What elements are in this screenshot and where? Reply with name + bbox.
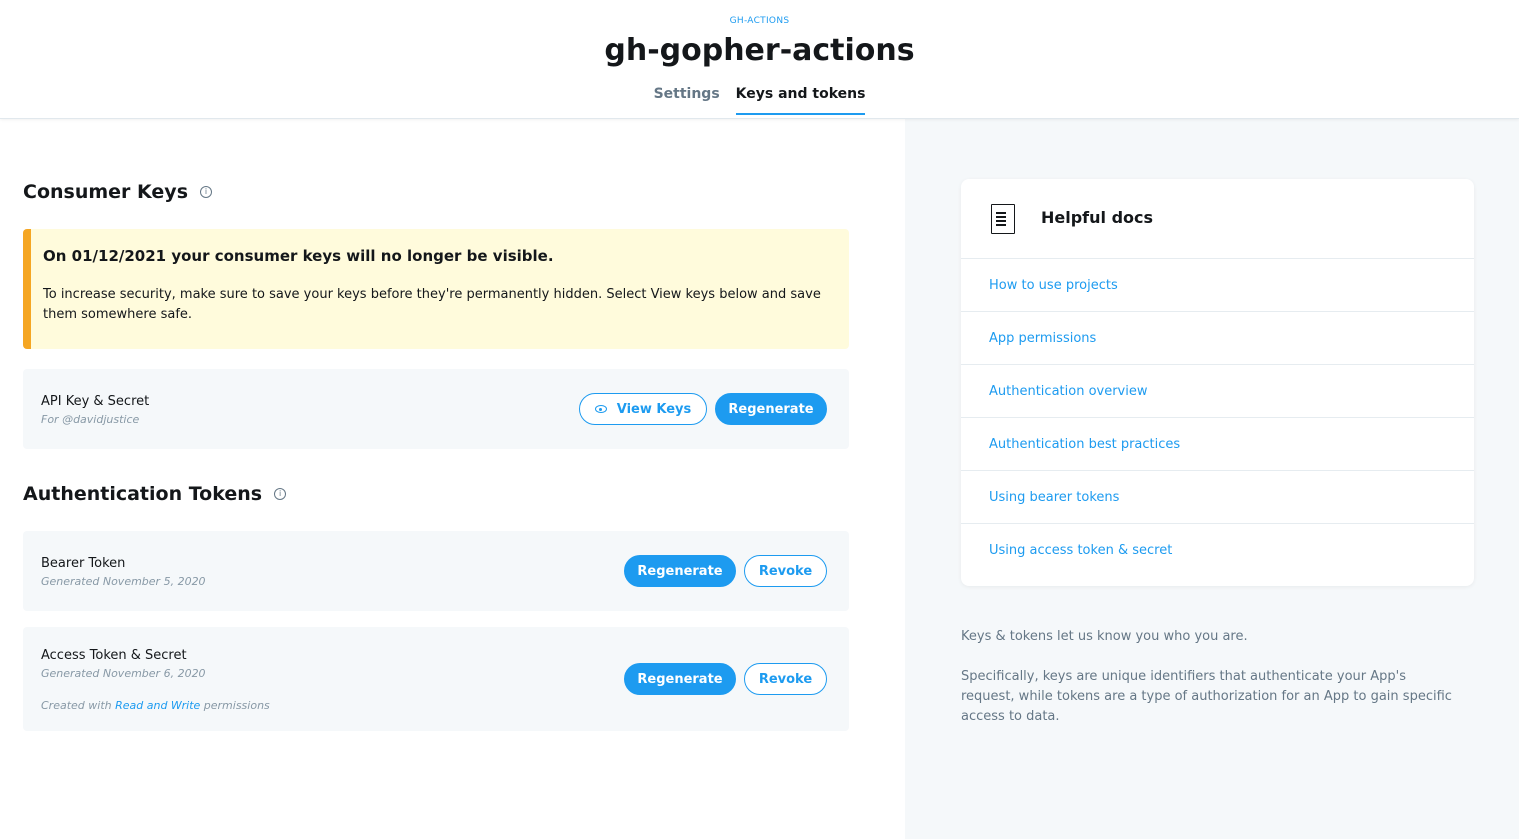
revoke-access-button[interactable]: Revoke: [744, 663, 827, 695]
auth-tokens-title: Authentication Tokens: [23, 483, 263, 505]
warning-body: To increase security, make sure to save …: [43, 287, 821, 322]
bearer-token-card: Bearer Token Generated November 5, 2020 …: [23, 531, 849, 611]
project-label[interactable]: GH-ACTIONS: [0, 16, 1519, 26]
doc-link[interactable]: Authentication best practices: [961, 418, 1474, 471]
view-keys-button[interactable]: View Keys: [579, 393, 707, 425]
revoke-bearer-button[interactable]: Revoke: [744, 555, 827, 587]
regenerate-api-key-button[interactable]: Regenerate: [715, 393, 827, 425]
doc-link[interactable]: How to use projects: [961, 259, 1474, 312]
side-panel: Helpful docs How to use projects App per…: [905, 119, 1519, 839]
api-key-title: API Key & Secret: [41, 394, 150, 409]
page-header: GH-ACTIONS gh-gopher-actions Settings Ke…: [0, 0, 1519, 119]
keys-tokens-intro: Keys & tokens let us know you who you ar…: [961, 629, 1248, 644]
access-token-card: Access Token & Secret Generated November…: [23, 627, 849, 731]
bearer-token-date: Generated November 5, 2020: [41, 575, 206, 588]
access-token-permissions: Created with Read and Write permissions: [41, 699, 270, 712]
tab-keys-and-tokens[interactable]: Keys and tokens: [735, 86, 866, 115]
eye-icon: [594, 405, 607, 413]
permissions-prefix: Created with: [41, 699, 112, 712]
helpful-docs-card: Helpful docs How to use projects App per…: [961, 179, 1474, 586]
docs-title: Helpful docs: [1041, 208, 1154, 227]
app-title: gh-gopher-actions: [604, 33, 915, 68]
docs-header: Helpful docs: [961, 179, 1474, 259]
access-token-title: Access Token & Secret: [41, 648, 187, 663]
api-key-card: API Key & Secret For @davidjustice View …: [23, 369, 849, 449]
regenerate-access-button[interactable]: Regenerate: [624, 663, 736, 695]
read-write-permissions-link[interactable]: Read and Write: [115, 699, 200, 712]
visibility-warning: On 01/12/2021 your consumer keys will no…: [23, 229, 849, 349]
regenerate-bearer-button[interactable]: Regenerate: [624, 555, 736, 587]
document-icon: [991, 204, 1015, 234]
doc-link[interactable]: App permissions: [961, 312, 1474, 365]
consumer-keys-title: Consumer Keys: [23, 181, 188, 203]
view-keys-label: View Keys: [616, 401, 692, 417]
doc-link[interactable]: Authentication overview: [961, 365, 1474, 418]
access-token-date: Generated November 6, 2020: [41, 667, 206, 680]
main-content: Consumer Keys i On 01/12/2021 your consu…: [0, 119, 905, 839]
api-key-owner: For @davidjustice: [41, 413, 140, 426]
permissions-suffix: permissions: [203, 699, 270, 712]
tab-bar: Settings Keys and tokens: [0, 86, 1519, 115]
consumer-keys-heading: Consumer Keys i: [23, 181, 212, 203]
doc-link[interactable]: Using access token & secret: [961, 524, 1474, 577]
warning-title: On 01/12/2021 your consumer keys will no…: [43, 247, 554, 265]
info-icon[interactable]: i: [274, 488, 287, 500]
auth-tokens-heading: Authentication Tokens i: [23, 483, 287, 505]
tab-settings[interactable]: Settings: [654, 86, 720, 115]
bearer-token-title: Bearer Token: [41, 556, 126, 571]
info-icon[interactable]: i: [200, 186, 212, 198]
keys-tokens-description: Specifically, keys are unique identifier…: [961, 669, 1452, 724]
doc-link[interactable]: Using bearer tokens: [961, 471, 1474, 524]
